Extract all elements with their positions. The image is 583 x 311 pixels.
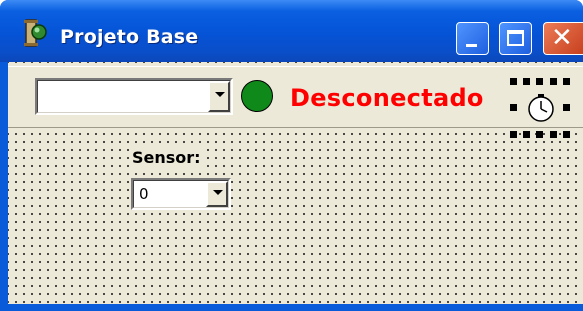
selection-handle[interactable] [563, 131, 570, 138]
window-title: Projeto Base [60, 26, 199, 48]
close-icon: ✕ [551, 23, 573, 53]
selection-handle[interactable] [563, 104, 570, 111]
selection-handle[interactable] [563, 78, 570, 85]
sensor-label: Sensor: [131, 148, 202, 167]
chevron-down-icon [213, 190, 223, 195]
status-led-indicator [241, 80, 273, 112]
selection-handle[interactable] [510, 104, 517, 111]
selection-handle[interactable] [523, 78, 530, 85]
app-icon [24, 19, 47, 47]
clock-icon [528, 94, 554, 122]
timer-component[interactable] [510, 78, 570, 138]
minimize-button[interactable] [456, 22, 489, 55]
selection-handle[interactable] [510, 78, 517, 85]
selection-handle[interactable] [536, 78, 543, 85]
maximize-icon [507, 30, 524, 46]
maximize-button[interactable] [499, 22, 532, 55]
port-select-dropdown-button[interactable] [208, 81, 230, 112]
sensor-select-dropdown-button[interactable] [206, 181, 228, 207]
selection-handle[interactable] [550, 131, 557, 138]
selection-handle[interactable] [536, 131, 543, 138]
sensor-select-value: 0 [139, 185, 149, 203]
selection-handle[interactable] [510, 131, 517, 138]
title-bar[interactable]: Projeto Base ✕ [0, 0, 583, 62]
close-button[interactable]: ✕ [543, 22, 583, 55]
window-bottom-border [0, 304, 583, 311]
connection-status-text: Desconectado [290, 84, 484, 112]
sensor-select[interactable]: 0 [131, 178, 231, 210]
port-select[interactable] [35, 78, 233, 115]
minimize-icon [466, 44, 477, 47]
selection-handle[interactable] [523, 131, 530, 138]
selection-handle[interactable] [550, 78, 557, 85]
chevron-down-icon [215, 92, 225, 97]
